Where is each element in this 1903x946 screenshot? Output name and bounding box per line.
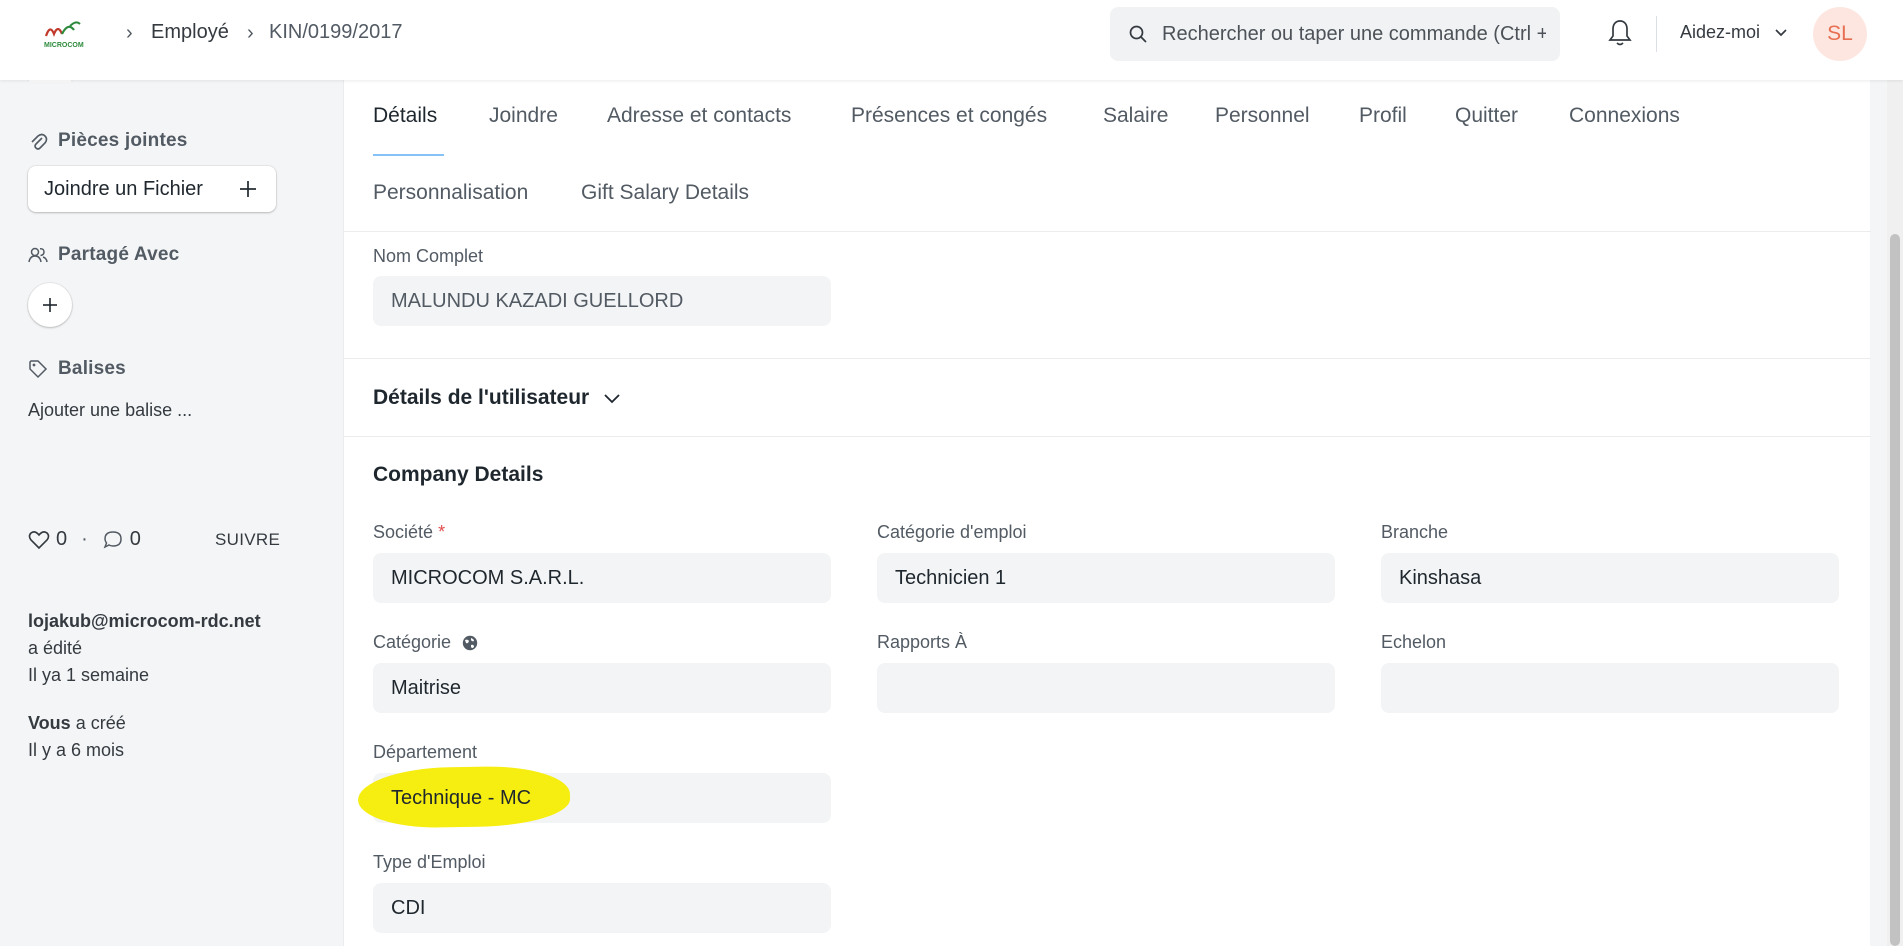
breadcrumb-record-id[interactable]: KIN/0199/2017	[269, 21, 402, 44]
comment-count: 0	[129, 528, 141, 550]
company-field[interactable]: MICROCOM S.A.R.L.	[373, 553, 831, 603]
heart-icon[interactable]	[28, 529, 50, 551]
section-divider	[344, 436, 1871, 437]
echelon-label: Echelon	[1381, 632, 1447, 652]
attachments-heading: Pièces jointes	[28, 130, 188, 152]
employment-type-field[interactable]: CDI	[373, 883, 831, 933]
comment-icon[interactable]	[102, 529, 124, 551]
activity-item: lojakub@microcom-rdc.net a édité Il ya 1…	[28, 608, 261, 689]
echelon-field[interactable]	[1381, 663, 1839, 713]
active-tab-indicator	[373, 154, 444, 156]
full-name-field[interactable]: MALUNDU KAZADI GUELLORD	[373, 276, 831, 326]
required-mark: *	[438, 522, 446, 542]
activity-actor: Vous	[28, 713, 71, 733]
company-details-title: Company Details	[373, 463, 544, 486]
navbar-divider	[1656, 16, 1657, 52]
department-value: Technique - MC	[391, 786, 532, 809]
section-divider	[344, 358, 1871, 359]
shared-with-heading: Partagé Avec	[28, 244, 179, 266]
category-label: Catégorie	[373, 632, 478, 653]
search-input[interactable]	[1162, 7, 1546, 61]
tab-attendance-leave[interactable]: Présences et congés	[851, 104, 1047, 128]
chevron-down-icon[interactable]	[1774, 28, 1788, 38]
help-dropdown[interactable]: Aidez-moi	[1680, 22, 1760, 43]
paperclip-icon	[31, 133, 48, 150]
tab-exit[interactable]: Quitter	[1455, 104, 1518, 128]
attach-file-button[interactable]: Joindre un Fichier	[28, 166, 276, 212]
branch-field[interactable]: Kinshasa	[1381, 553, 1839, 603]
full-name-label: Nom Complet	[373, 246, 484, 266]
activity-actor[interactable]: lojakub@microcom-rdc.net	[28, 611, 261, 631]
activity-action: a édité	[28, 638, 83, 658]
tags-heading: Balises	[28, 358, 126, 380]
company-label: Société *	[373, 522, 446, 542]
plus-icon	[240, 181, 256, 197]
job-category-field[interactable]: Technicien 1	[877, 553, 1335, 603]
tab-attach[interactable]: Joindre	[489, 104, 558, 128]
job-category-label: Catégorie d'emploi	[877, 522, 1027, 542]
search-icon	[1129, 25, 1147, 43]
chevron-right-icon: ›	[247, 22, 254, 44]
notification-bell-icon[interactable]	[1607, 18, 1633, 48]
employment-type-label: Type d'Emploi	[373, 852, 486, 872]
microcom-logo[interactable]: MICROCOM	[40, 18, 96, 50]
tab-details[interactable]: Détails	[373, 104, 437, 128]
follow-button[interactable]: SUIVRE	[215, 530, 280, 550]
users-icon	[28, 247, 48, 263]
user-details-section-toggle[interactable]: Détails de l'utilisateur	[373, 386, 621, 410]
search-bar[interactable]	[1110, 7, 1560, 61]
tab-customization[interactable]: Personnalisation	[373, 181, 528, 205]
category-field[interactable]: Maitrise	[373, 663, 831, 713]
tab-salary[interactable]: Salaire	[1103, 104, 1168, 128]
chevron-right-icon: ›	[126, 22, 133, 44]
tab-connections[interactable]: Connexions	[1569, 104, 1680, 128]
chevron-down-icon	[604, 394, 620, 404]
form-sidebar: Pièces jointes Joindre un Fichier Partag…	[0, 64, 340, 946]
user-avatar[interactable]: SL	[1813, 7, 1867, 61]
activity-action: a créé	[75, 713, 126, 733]
tab-personal[interactable]: Personnel	[1215, 104, 1310, 128]
svg-text:MICROCOM: MICROCOM	[44, 42, 84, 49]
tag-icon	[29, 360, 48, 379]
reports-to-label: Rapports À	[877, 632, 968, 652]
tab-gift-salary-details[interactable]: Gift Salary Details	[581, 181, 749, 205]
page-scrollbar[interactable]	[1887, 80, 1903, 946]
plus-icon	[43, 298, 57, 312]
activity-time: Il y a 6 mois	[28, 740, 125, 760]
department-label: Département	[373, 742, 478, 762]
reports-to-field[interactable]	[877, 663, 1335, 713]
breadcrumb-employee[interactable]: Employé	[151, 21, 229, 44]
tab-address-contacts[interactable]: Adresse et contacts	[607, 104, 791, 128]
add-tag-link[interactable]: Ajouter une balise ...	[28, 400, 192, 421]
like-count: 0	[56, 528, 68, 550]
form-tabs: Détails Joindre Adresse et contacts Prés…	[344, 80, 1871, 232]
like-comment-stats: 0 · 0	[28, 528, 141, 551]
top-navbar: MICROCOM › Employé › KIN/0199/2017 Aidez…	[0, 0, 1903, 80]
tab-profile[interactable]: Profil	[1359, 104, 1407, 128]
activity-time: Il ya 1 semaine	[28, 665, 150, 685]
scrollbar-thumb[interactable]	[1890, 234, 1900, 946]
activity-item: Vous a créé Il y a 6 mois	[28, 710, 126, 764]
branch-label: Branche	[1381, 522, 1449, 542]
globe-icon	[462, 636, 478, 651]
add-share-button[interactable]	[28, 283, 72, 327]
stats-separator: ·	[81, 528, 88, 550]
